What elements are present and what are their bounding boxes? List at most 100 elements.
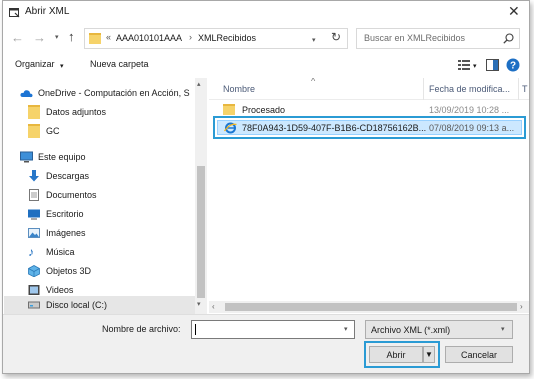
sidebar-item-label: Música	[46, 246, 75, 257]
horizontal-scroll-thumb[interactable]	[225, 303, 517, 311]
filename-dropdown-icon[interactable]: ▾	[344, 325, 348, 333]
sidebar-item-label: Documentos	[46, 189, 97, 200]
sidebar-item-escritorio[interactable]: Escritorio	[28, 204, 84, 223]
view-options-icon[interactable]	[458, 60, 470, 70]
column-header-name[interactable]: Nombre	[223, 84, 255, 94]
open-button-label: Abrir	[386, 349, 406, 360]
drive-icon	[28, 299, 40, 311]
open-options-dropdown-icon: ▼	[425, 350, 433, 359]
sidebar-item-label: Descargas	[46, 170, 90, 181]
column-header-type[interactable]: T	[522, 84, 528, 94]
filename-input[interactable]: ▾	[191, 320, 355, 339]
file-row[interactable]: Procesado 13/09/2019 10:28 ...	[213, 102, 529, 118]
command-bar: Organizar ▾ Nueva carpeta ▾ ?	[3, 54, 529, 76]
cancel-button-label: Cancelar	[460, 349, 498, 360]
search-input[interactable]: Buscar en XMLRecibidos	[364, 33, 465, 43]
open-button[interactable]: Abrir	[369, 346, 423, 363]
svg-text:?: ?	[510, 61, 516, 72]
folder-icon	[89, 33, 101, 44]
file-row-highlight-frame	[213, 116, 526, 139]
sidebar-scrollbar[interactable]: ▴ ▾	[195, 78, 207, 314]
sidebar-item-onedrive[interactable]: OneDrive - Computación en Acción, S	[20, 83, 196, 102]
sidebar-item-musica[interactable]: ♪ Música	[28, 242, 75, 261]
up-arrow-icon[interactable]: ↑	[68, 29, 75, 44]
help-icon[interactable]: ?	[506, 58, 520, 72]
navigation-pane: OneDrive - Computación en Acción, S Dato…	[4, 78, 208, 314]
recent-locations-icon[interactable]: ▾	[55, 33, 59, 41]
path-overflow[interactable]: «	[106, 32, 111, 42]
sidebar-item-datos-adjuntos[interactable]: Datos adjuntos	[28, 102, 106, 121]
pictures-icon	[28, 227, 40, 239]
search-icon	[503, 33, 514, 44]
file-name: Procesado	[242, 105, 286, 115]
navigation-bar: ← → ▾ ↑ « AAA010101AAA › XMLRecibidos ▾ …	[3, 25, 529, 51]
search-box[interactable]: Buscar en XMLRecibidos	[356, 28, 520, 49]
column-divider[interactable]	[423, 78, 424, 100]
sidebar-item-label: OneDrive - Computación en Acción, S	[38, 87, 190, 98]
column-header-date[interactable]: Fecha de modifica...	[429, 84, 510, 94]
desktop-icon	[28, 208, 40, 220]
scroll-left-icon[interactable]: ‹	[212, 302, 215, 311]
preview-pane-icon[interactable]	[486, 59, 499, 71]
sidebar-item-label: Videos	[46, 284, 74, 295]
sidebar-item-este-equipo[interactable]: Este equipo	[20, 147, 86, 166]
organize-dropdown-icon[interactable]: ▾	[60, 62, 64, 70]
filetype-dropdown-icon[interactable]: ▾	[501, 325, 505, 333]
column-headers: Nombre Fecha de modifica... T	[209, 78, 529, 100]
refresh-icon[interactable]: ↻	[331, 30, 341, 44]
nav-tree: OneDrive - Computación en Acción, S Dato…	[4, 78, 195, 314]
dialog-footer: Nombre de archivo: ▾ Archivo XML (*.xml)…	[3, 314, 529, 373]
computer-icon	[20, 151, 33, 163]
cloud-icon	[20, 87, 33, 99]
path-separator: ›	[189, 32, 192, 42]
filetype-select[interactable]: Archivo XML (*.xml) ▾	[365, 320, 513, 339]
sidebar-item-label: GC	[46, 125, 60, 136]
app-icon	[9, 8, 20, 18]
organize-button[interactable]: Organizar	[15, 59, 55, 69]
cancel-button[interactable]: Cancelar	[445, 346, 513, 363]
file-date: 13/09/2019 10:28 ...	[429, 105, 510, 115]
scroll-down-icon[interactable]: ▾	[197, 300, 201, 308]
close-icon[interactable]: ✕	[508, 3, 520, 20]
path-segment-xmlrecibidos[interactable]: XMLRecibidos	[198, 33, 256, 43]
download-icon	[28, 169, 40, 182]
file-list: ^ Nombre Fecha de modifica... T Procesad…	[209, 78, 529, 314]
sidebar-item-label: Datos adjuntos	[46, 106, 107, 117]
folder-icon	[223, 104, 235, 115]
sidebar-item-label: Este equipo	[38, 151, 86, 162]
sidebar-item-label: Objetos 3D	[46, 265, 92, 276]
sidebar-item-objetos-3d[interactable]: Objetos 3D	[28, 261, 91, 280]
sidebar-item-documentos[interactable]: Documentos	[28, 185, 97, 204]
folder-icon	[28, 104, 40, 119]
scroll-up-icon[interactable]: ▴	[197, 80, 201, 88]
scroll-right-icon[interactable]: ›	[520, 302, 523, 311]
cube-icon	[28, 264, 40, 277]
new-folder-button[interactable]: Nueva carpeta	[90, 59, 149, 69]
path-segment-rfc[interactable]: AAA010101AAA	[116, 33, 182, 43]
sidebar-item-label: Imágenes	[46, 227, 86, 238]
music-icon: ♪	[28, 244, 34, 259]
sidebar-item-gc[interactable]: GC	[28, 121, 60, 140]
open-options-button[interactable]: ▼	[423, 346, 435, 363]
title-bar: Abrir XML ✕	[3, 1, 529, 23]
sidebar-scroll-thumb[interactable]	[197, 166, 205, 298]
back-arrow-icon[interactable]: ←	[11, 30, 24, 45]
forward-arrow-icon[interactable]: →	[33, 30, 46, 45]
view-dropdown-icon[interactable]: ▾	[473, 62, 477, 70]
address-bar[interactable]: « AAA010101AAA › XMLRecibidos ▾ ↻	[84, 28, 348, 49]
file-list-horizontal-scrollbar[interactable]: ‹ ›	[209, 301, 529, 313]
path-dropdown-icon[interactable]: ▾	[312, 36, 316, 44]
open-file-dialog: Abrir XML ✕ ← → ▾ ↑ « AAA010101AAA › XML…	[2, 0, 530, 374]
text-caret	[195, 324, 196, 335]
window-title: Abrir XML	[25, 6, 70, 17]
sidebar-item-label: Disco local (C:)	[46, 300, 108, 310]
sidebar-item-label: Escritorio	[46, 208, 84, 219]
sidebar-item-disco-local[interactable]: Disco local (C:)	[28, 296, 107, 314]
column-divider[interactable]	[518, 78, 519, 100]
filename-label: Nombre de archivo:	[102, 324, 181, 334]
sidebar-item-descargas[interactable]: Descargas	[28, 166, 89, 185]
video-icon	[28, 284, 40, 296]
folder-icon	[28, 123, 40, 138]
documents-icon	[28, 188, 40, 201]
sidebar-item-imagenes[interactable]: Imágenes	[28, 223, 86, 242]
